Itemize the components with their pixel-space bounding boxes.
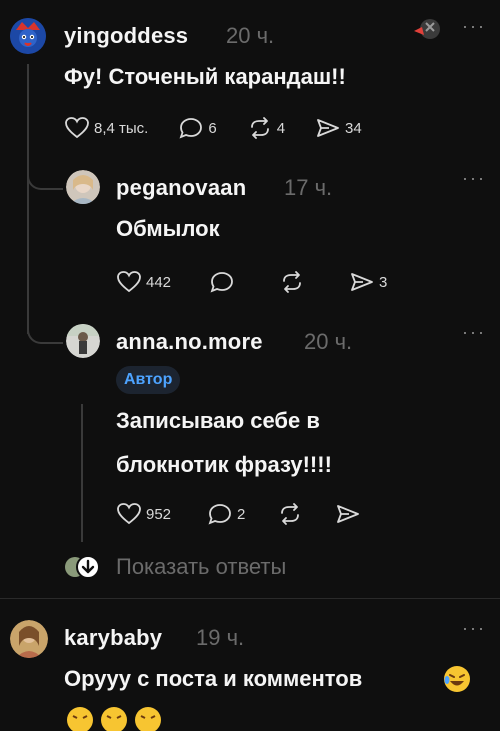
avatar-anna-no-more[interactable]: [66, 324, 100, 358]
more-options-button[interactable]: ···: [462, 618, 486, 639]
repost-icon: [283, 271, 301, 293]
thread-connector: [27, 166, 63, 190]
repost-button[interactable]: 4: [247, 116, 285, 140]
laughing-emoji-row: [64, 702, 174, 731]
thread-connector: [27, 318, 63, 344]
reply-button[interactable]: 2: [207, 502, 245, 526]
send-icon: [317, 119, 339, 137]
thread-line: [81, 404, 83, 542]
speech-bubble-icon: [179, 118, 203, 139]
deity-avatar-icon: [10, 18, 46, 54]
like-count: 952: [146, 505, 172, 523]
heart-icon: [117, 271, 141, 293]
cursor-thumbnail-icon: [412, 17, 442, 41]
avatar-peganovaan[interactable]: [66, 170, 100, 204]
laughing-emoji-icon: [442, 664, 472, 694]
comment-username[interactable]: yingoddess: [64, 23, 188, 49]
comment-actions: 8,4 тыс. 6 4 34: [64, 116, 362, 140]
heart-icon: [117, 503, 141, 525]
repost-count: 4: [276, 119, 286, 137]
avatar-yingoddess[interactable]: [10, 18, 46, 54]
repost-icon: [250, 117, 269, 139]
repost-button[interactable]: [279, 270, 305, 294]
reply-button[interactable]: 6: [178, 116, 217, 140]
like-button[interactable]: 952: [116, 502, 171, 526]
more-options-button[interactable]: ···: [462, 322, 486, 343]
user-photo-icon: [66, 170, 100, 204]
mini-avatars-icon: [65, 555, 100, 579]
like-button[interactable]: 8,4 тыс.: [64, 116, 148, 140]
like-count: 8,4 тыс.: [94, 119, 149, 137]
repost-button[interactable]: [277, 502, 303, 526]
avatar-karybaby[interactable]: [10, 620, 48, 658]
repost-icon: [281, 503, 300, 525]
author-badge: Автор: [116, 366, 181, 394]
comment-text: Фу! Сточеный карандаш!!: [64, 64, 346, 89]
comment-divider: [0, 598, 500, 599]
like-count: 442: [146, 273, 172, 291]
more-options-button[interactable]: ···: [462, 16, 486, 37]
comment-time: 20 ч.: [226, 23, 275, 48]
reply-button[interactable]: [209, 270, 235, 294]
comment-time: 20 ч.: [304, 329, 353, 354]
share-count: 34: [345, 119, 362, 137]
comment-text-line: блокнотик фразу!!!!: [116, 452, 332, 477]
reply-count: 2: [237, 505, 246, 523]
heart-icon: [65, 117, 89, 139]
comment-text: Обмылок: [116, 216, 220, 241]
share-button[interactable]: 34: [315, 116, 362, 140]
more-options-button[interactable]: ···: [462, 168, 486, 189]
user-photo-icon: [10, 620, 48, 658]
replies-avatar-stack[interactable]: [64, 554, 104, 580]
comment-actions: 952 2: [116, 502, 361, 526]
thread-line: [27, 64, 29, 334]
show-replies-button[interactable]: Показать ответы: [116, 554, 286, 580]
share-count: 3: [379, 273, 388, 291]
share-button[interactable]: [335, 502, 361, 526]
like-button[interactable]: 442: [116, 270, 171, 294]
comment-username[interactable]: peganovaan: [116, 175, 246, 201]
send-icon: [337, 505, 360, 523]
comment-actions: 442 3: [116, 270, 387, 294]
send-icon: [351, 273, 373, 291]
comment-time: 19 ч.: [196, 625, 245, 650]
comment-text: Орууу с поста и комментов: [64, 666, 363, 691]
comment-text-line: Записываю себе в: [116, 408, 320, 433]
comment-time: 17 ч.: [284, 175, 333, 200]
comment-username[interactable]: karybaby: [64, 625, 162, 651]
reply-count: 6: [208, 119, 217, 137]
user-photo-icon: [66, 324, 100, 358]
laughing-emoji-icon: [67, 707, 161, 731]
share-button[interactable]: 3: [349, 270, 387, 294]
speech-bubble-icon: [210, 272, 233, 293]
speech-bubble-icon: [208, 504, 231, 525]
comment-username[interactable]: anna.no.more: [116, 329, 263, 355]
